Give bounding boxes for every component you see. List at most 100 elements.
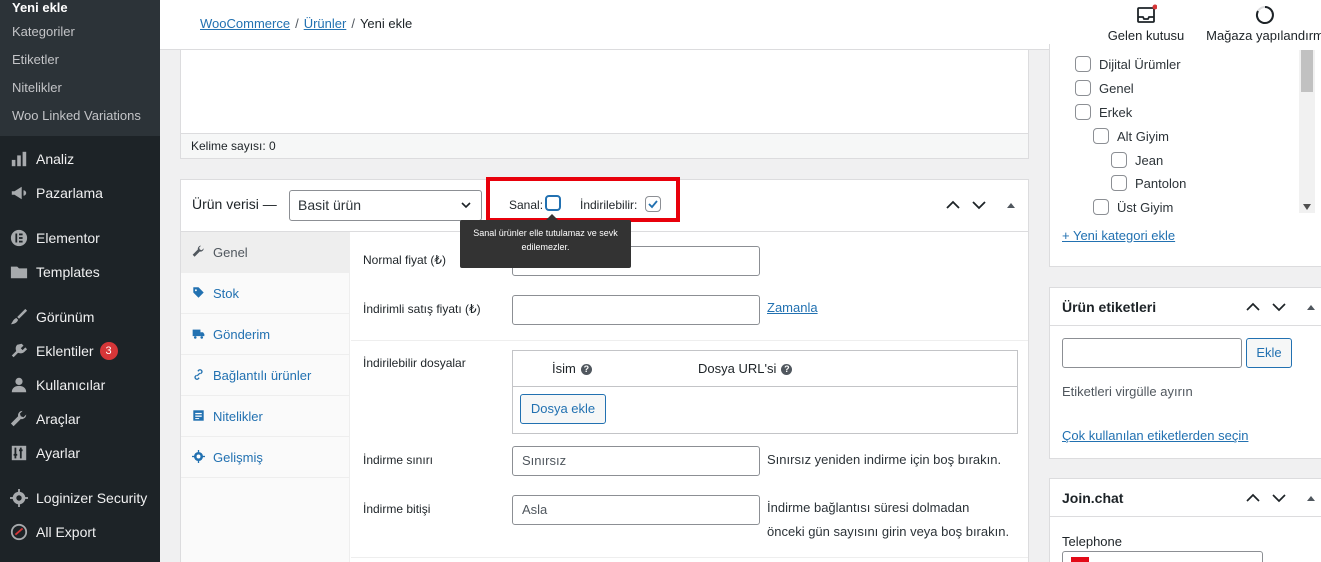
chevron-down-icon [461,202,471,209]
category-item[interactable]: Üst Giyim [1093,199,1173,215]
submenu-item-attributes[interactable]: Nitelikler [0,74,160,102]
admin-sidebar: Yeni ekle Kategoriler Etiketler Nitelikl… [0,0,160,562]
megaphone-icon [9,183,29,203]
joinchat-box: Join.chat Telephone [1049,478,1321,562]
tab-general[interactable]: Genel [181,232,349,273]
chevron-up-icon[interactable] [945,197,961,213]
download-limit-help: Sınırsız yeniden indirme için boş bırakı… [767,452,1002,467]
add-category-link[interactable]: + Yeni kategori ekle [1062,228,1175,243]
download-limit-input[interactable]: Sınırsız [512,446,760,476]
link-icon [192,368,206,382]
category-item[interactable]: Jean [1111,152,1163,168]
chevron-up-icon[interactable] [1246,300,1260,314]
triangle-up-icon[interactable] [1304,300,1318,314]
category-list-scrollbar[interactable] [1299,50,1315,213]
tab-label: Genel [213,244,248,260]
triangle-up-icon[interactable] [1003,197,1019,213]
tab-label: Gelişmiş [213,449,263,465]
add-tag-button[interactable]: Ekle [1246,338,1292,368]
triangle-up-icon[interactable] [1304,491,1318,505]
sidebar-item-elementor[interactable]: Elementor [0,221,160,255]
products-submenu: Yeni ekle Kategoriler Etiketler Nitelikl… [0,0,160,136]
submenu-item-add-new[interactable]: Yeni ekle [0,0,160,18]
sidebar-item-label: Kullanıcılar [36,377,106,393]
woocommerce-header: WooCommerce / Ürünler / Yeni ekle Gelen kutu… [160,0,1321,50]
scrollbar-thumb[interactable] [1301,50,1313,92]
category-item[interactable]: Erkek [1075,104,1132,120]
tab-inventory[interactable]: Stok [181,273,349,314]
chevron-down-icon[interactable] [1272,300,1286,314]
submenu-item-tags[interactable]: Etiketler [0,46,160,74]
tab-label: Bağlantılı ürünler [213,367,312,383]
store-setup-button[interactable]: Mağaza yapılandırm [1206,4,1321,43]
schedule-link[interactable]: Zamanla [767,296,818,320]
chevron-up-icon[interactable] [1246,491,1260,505]
breadcrumb: WooCommerce / Ürünler / Yeni ekle [200,16,412,31]
inbox-button[interactable]: Gelen kutusu [1106,4,1186,43]
telephone-label: Telephone [1062,534,1122,549]
regular-price-label: Normal fiyat (₺) [363,253,446,267]
virtual-tooltip: Sanal ürünler elle tutulamaz ve sevk edi… [460,214,631,268]
sidebar-item-analytics[interactable]: Analiz [0,142,160,176]
category-checkbox[interactable] [1075,80,1091,96]
telephone-input[interactable] [1062,551,1263,562]
sidebar-item-tools[interactable]: Araçlar [0,402,160,436]
category-item[interactable]: Pantolon [1111,175,1186,191]
download-expiry-help-line-2: önceki gün sayısını girin veya boş bırak… [767,524,1010,539]
download-expiry-input[interactable]: Asla [512,495,760,525]
sidebar-item-plugins[interactable]: Eklentiler 3 [0,334,160,368]
sidebar-item-templates[interactable]: Templates [0,255,160,289]
category-checkbox[interactable] [1075,104,1091,120]
category-checkbox[interactable] [1111,175,1127,191]
sale-price-label: İndirimli satış fiyatı (₺) [363,302,481,316]
downloadable-files-table: İsim? Dosya URL'si? Dosya ekle [512,350,1018,434]
user-icon [9,375,29,395]
tab-label: Gönderim [213,326,271,342]
category-checkbox[interactable] [1093,128,1109,144]
category-item[interactable]: Dijital Ürümler [1075,56,1181,72]
sale-price-input[interactable] [512,295,760,325]
tab-shipping[interactable]: Gönderim [181,314,349,355]
store-setup-label: Mağaza yapılandırm [1206,28,1321,43]
category-item[interactable]: Alt Giyim [1093,128,1169,144]
sidebar-item-users[interactable]: Kullanıcılar [0,368,160,402]
tag-input[interactable] [1062,338,1242,368]
sidebar-item-label: Elementor [36,230,100,246]
truck-icon [192,327,206,341]
breadcrumb-separator: / [295,16,299,31]
sidebar-item-marketing[interactable]: Pazarlama [0,176,160,210]
category-checkbox[interactable] [1093,199,1109,215]
product-type-value: Basit ürün [298,197,362,213]
chevron-down-icon[interactable] [1272,491,1286,505]
add-file-button[interactable]: Dosya ekle [520,394,606,424]
category-item[interactable]: Genel [1075,80,1134,96]
breadcrumb-woocommerce-link[interactable]: WooCommerce [200,16,290,31]
sidebar-item-all-export[interactable]: All Export [0,515,160,549]
tab-attributes[interactable]: Nitelikler [181,396,349,437]
tab-advanced[interactable]: Gelişmiş [181,437,349,478]
sidebar-item-settings[interactable]: Ayarlar [0,436,160,470]
folder-icon [9,262,29,282]
categories-box: Dijital Ürümler Genel Erkek Alt Giyim Je… [1049,44,1321,267]
product-type-select[interactable]: Basit ürün [289,190,482,221]
breadcrumb-products-link[interactable]: Ürünler [304,16,347,31]
tab-linked-products[interactable]: Bağlantılı ürünler [181,355,349,396]
inbox-icon [1135,4,1158,26]
wrench-icon [192,245,206,259]
help-icon: ? [781,364,793,376]
column-header-file-url: Dosya URL'si? [698,361,793,376]
sidebar-item-loginizer[interactable]: Loginizer Security [0,481,160,515]
description-editor[interactable]: Kelime sayısı: 0 [180,50,1029,159]
submenu-item-linked-variations[interactable]: Woo Linked Variations [0,102,160,130]
category-checkbox[interactable] [1111,152,1127,168]
submenu-item-categories[interactable]: Kategoriler [0,18,160,46]
product-data-tabs: Genel Stok Gönderim Bağlantılı ürünler N… [181,232,350,562]
popular-tags-link[interactable]: Çok kullanılan etiketlerden seçin [1062,428,1248,443]
sidebar-item-label: Loginizer Security [36,490,148,506]
scroll-down-arrow-icon[interactable] [1303,204,1311,210]
flag-icon [1071,557,1089,562]
sidebar-item-appearance[interactable]: Görünüm [0,300,160,334]
downloadable-files-label: İndirilebilir dosyalar [363,356,466,370]
chevron-down-icon[interactable] [971,197,987,213]
category-checkbox[interactable] [1075,56,1091,72]
